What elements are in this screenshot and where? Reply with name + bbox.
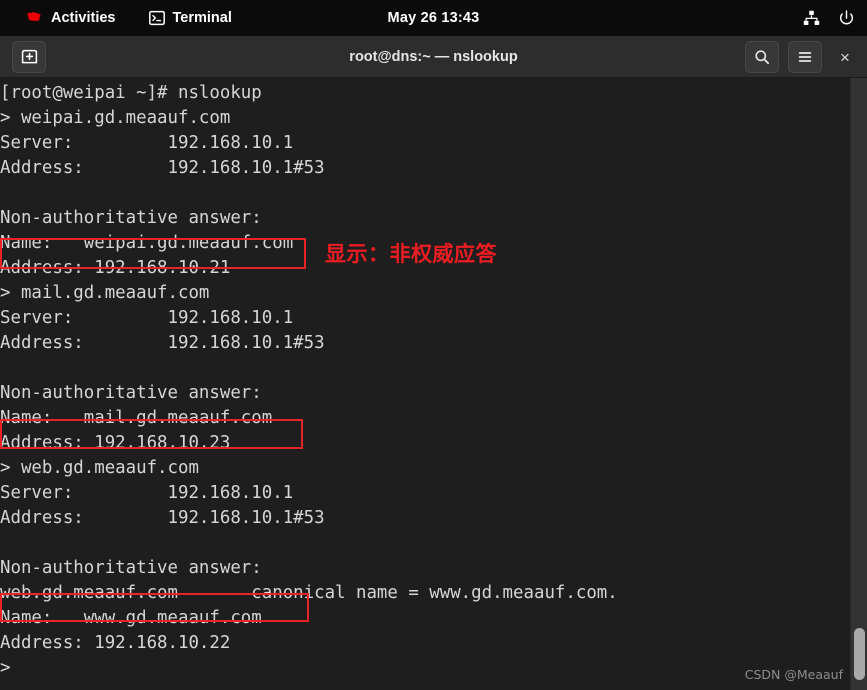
new-tab-button[interactable] — [12, 40, 46, 73]
window-title-bar[interactable]: root@dns:~ — nslookup × — [0, 36, 867, 78]
terminal-screen[interactable]: [root@weipai ~]# nslookup > weipai.gd.me… — [0, 78, 867, 690]
hamburger-menu-icon — [797, 50, 813, 64]
activities-button[interactable]: Activities — [20, 5, 121, 31]
terminal-window: root@dns:~ — nslookup × [root@weipai ~]#… — [0, 36, 867, 690]
watermark-label: CSDN @Meaauf — [744, 667, 843, 682]
clock-area: May 26 13:43 — [0, 0, 867, 36]
terminal-scrollbar[interactable] — [850, 78, 867, 690]
redhat-logo-icon — [26, 11, 44, 25]
clock-label: May 26 13:43 — [387, 10, 480, 26]
search-button[interactable] — [745, 41, 779, 73]
window-title: root@dns:~ — nslookup — [349, 48, 518, 65]
search-icon — [754, 49, 770, 65]
system-status-area[interactable] — [803, 0, 855, 36]
app-menu-terminal[interactable]: Terminal — [143, 5, 237, 31]
terminal-output-text: [root@weipai ~]# nslookup > weipai.gd.me… — [0, 83, 618, 678]
window-controls: × — [745, 36, 859, 78]
close-icon: × — [840, 47, 850, 67]
app-menu-label: Terminal — [172, 10, 232, 26]
power-icon[interactable] — [838, 9, 855, 27]
menu-button[interactable] — [788, 41, 822, 73]
close-button[interactable]: × — [831, 42, 859, 72]
annotation-label: 显示：非权威应答 — [325, 242, 497, 266]
network-icon[interactable] — [803, 10, 820, 26]
terminal-icon — [149, 10, 166, 26]
activities-label: Activities — [51, 10, 116, 26]
scrollbar-thumb[interactable] — [854, 628, 865, 680]
gnome-top-bar: Activities Terminal May 26 13:43 — [0, 0, 867, 36]
add-terminal-icon — [21, 48, 38, 65]
